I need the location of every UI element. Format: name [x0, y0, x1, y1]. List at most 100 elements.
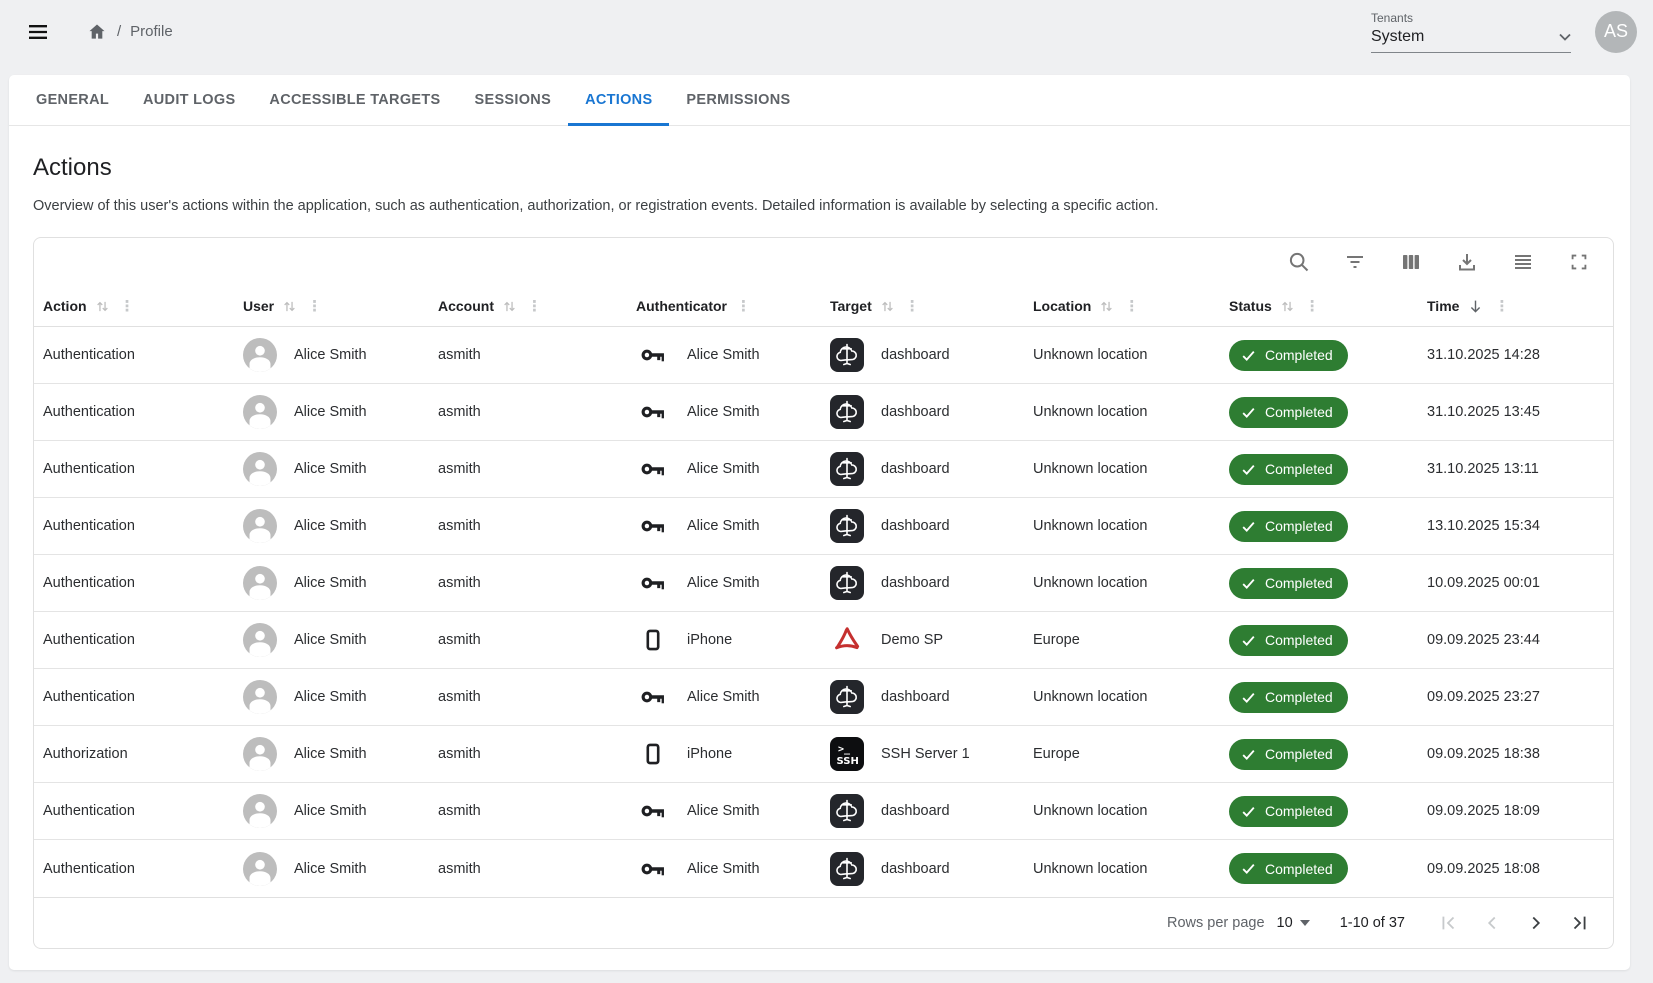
table-row[interactable]: Authentication Alice Smith asmith Alice …: [34, 384, 1613, 441]
first-page-icon[interactable]: [1431, 906, 1465, 940]
target-cell: dashboard: [821, 452, 1024, 486]
table-toolbar: [34, 238, 1613, 286]
column-header-user[interactable]: User⋮: [234, 297, 429, 315]
column-header-authenticator[interactable]: Authenticator⋮: [627, 297, 821, 315]
authenticator-cell: Alice Smith: [627, 855, 821, 883]
time-cell: 09.09.2025 18:08: [1418, 861, 1613, 877]
status-badge[interactable]: Completed: [1229, 454, 1348, 485]
user-avatar-icon: [243, 452, 277, 486]
column-header-location[interactable]: Location⋮: [1024, 297, 1220, 315]
table-row[interactable]: Authentication Alice Smith asmith Alice …: [34, 327, 1613, 384]
tab-sessions[interactable]: SESSIONS: [458, 75, 569, 125]
tab-accessible-targets[interactable]: ACCESSIBLE TARGETS: [252, 75, 457, 125]
status-badge[interactable]: Completed: [1229, 853, 1348, 884]
filter-icon[interactable]: [1343, 250, 1367, 274]
fullscreen-icon[interactable]: [1567, 250, 1591, 274]
authenticator-key-icon: [636, 569, 670, 597]
check-icon: [1240, 518, 1257, 535]
column-header-status[interactable]: Status⋮: [1220, 297, 1418, 315]
menu-icon[interactable]: [18, 12, 58, 52]
column-menu-icon[interactable]: ⋮: [1303, 297, 1322, 315]
account-cell: asmith: [429, 861, 627, 877]
column-menu-icon[interactable]: ⋮: [1492, 297, 1511, 315]
column-header-account[interactable]: Account⋮: [429, 297, 627, 315]
account-cell: asmith: [429, 347, 627, 363]
table-row[interactable]: Authorization Alice Smith asmith iPhone …: [34, 726, 1613, 783]
table-row[interactable]: Authentication Alice Smith asmith Alice …: [34, 555, 1613, 612]
download-icon[interactable]: [1455, 250, 1479, 274]
account-cell: asmith: [429, 461, 627, 477]
next-page-icon[interactable]: [1519, 906, 1553, 940]
column-menu-icon[interactable]: ⋮: [1122, 297, 1141, 315]
status-badge[interactable]: Completed: [1229, 511, 1348, 542]
sort-icon[interactable]: [1279, 298, 1296, 315]
column-header-target[interactable]: Target⋮: [821, 297, 1024, 315]
sort-icon[interactable]: [281, 298, 298, 315]
density-icon[interactable]: [1511, 250, 1535, 274]
account-cell: asmith: [429, 575, 627, 591]
column-menu-icon[interactable]: ⋮: [118, 297, 137, 315]
home-icon[interactable]: [86, 21, 108, 43]
target-cell: dashboard: [821, 338, 1024, 372]
status-badge[interactable]: Completed: [1229, 682, 1348, 713]
sort-icon[interactable]: [94, 298, 111, 315]
sort-desc-icon[interactable]: [1466, 297, 1485, 316]
status-badge[interactable]: Completed: [1229, 796, 1348, 827]
tenants-select[interactable]: Tenants System: [1371, 11, 1571, 53]
actions-table: Action⋮User⋮Account⋮Authenticator⋮Target…: [33, 237, 1614, 949]
table-row[interactable]: Authentication Alice Smith asmith Alice …: [34, 669, 1613, 726]
authenticator-key-icon: [636, 797, 670, 825]
page-title: Actions: [33, 154, 1606, 182]
target-ssh-icon: >_SSH: [830, 737, 864, 771]
authenticator-cell: iPhone: [627, 627, 821, 653]
status-cell: Completed: [1220, 397, 1418, 428]
table-row[interactable]: Authentication Alice Smith asmith Alice …: [34, 840, 1613, 897]
column-header-action[interactable]: Action⋮: [34, 297, 234, 315]
action-cell: Authorization: [34, 746, 234, 762]
sort-icon[interactable]: [879, 298, 896, 315]
account-cell: asmith: [429, 518, 627, 534]
status-cell: Completed: [1220, 568, 1418, 599]
time-cell: 13.10.2025 15:34: [1418, 518, 1613, 534]
columns-icon[interactable]: [1399, 250, 1423, 274]
account-cell: asmith: [429, 746, 627, 762]
table-row[interactable]: Authentication Alice Smith asmith Alice …: [34, 498, 1613, 555]
status-badge[interactable]: Completed: [1229, 625, 1348, 656]
status-badge[interactable]: Completed: [1229, 397, 1348, 428]
breadcrumb-current[interactable]: Profile: [130, 23, 173, 40]
status-badge[interactable]: Completed: [1229, 739, 1348, 770]
tab-actions[interactable]: ACTIONS: [568, 75, 669, 125]
user-avatar-icon: [243, 338, 277, 372]
tab-general[interactable]: GENERAL: [19, 75, 126, 125]
last-page-icon[interactable]: [1563, 906, 1597, 940]
tab-permissions[interactable]: PERMISSIONS: [669, 75, 807, 125]
column-menu-icon[interactable]: ⋮: [734, 297, 753, 315]
check-icon: [1240, 575, 1257, 592]
previous-page-icon[interactable]: [1475, 906, 1509, 940]
column-menu-icon[interactable]: ⋮: [903, 297, 922, 315]
rows-per-page-label: Rows per page: [1167, 915, 1265, 931]
sort-icon[interactable]: [1098, 298, 1115, 315]
search-icon[interactable]: [1287, 250, 1311, 274]
authenticator-cell: Alice Smith: [627, 512, 821, 540]
table-row[interactable]: Authentication Alice Smith asmith iPhone…: [34, 612, 1613, 669]
column-menu-icon[interactable]: ⋮: [305, 297, 324, 315]
account-cell: asmith: [429, 632, 627, 648]
status-badge[interactable]: Completed: [1229, 568, 1348, 599]
tab-audit-logs[interactable]: AUDIT LOGS: [126, 75, 252, 125]
table-row[interactable]: Authentication Alice Smith asmith Alice …: [34, 783, 1613, 840]
column-menu-icon[interactable]: ⋮: [525, 297, 544, 315]
status-badge[interactable]: Completed: [1229, 340, 1348, 371]
rows-per-page-select[interactable]: 10: [1277, 915, 1310, 931]
location-cell: Unknown location: [1024, 404, 1220, 420]
column-header-time[interactable]: Time⋮: [1418, 297, 1613, 316]
table-row[interactable]: Authentication Alice Smith asmith Alice …: [34, 441, 1613, 498]
user-avatar[interactable]: AS: [1595, 11, 1637, 53]
user-avatar-icon: [243, 680, 277, 714]
breadcrumb-separator: /: [117, 23, 121, 40]
authenticator-key-icon: [636, 512, 670, 540]
status-cell: Completed: [1220, 511, 1418, 542]
table-footer: Rows per page 10 1-10 of 37: [34, 897, 1613, 948]
authenticator-cell: Alice Smith: [627, 341, 821, 369]
sort-icon[interactable]: [501, 298, 518, 315]
